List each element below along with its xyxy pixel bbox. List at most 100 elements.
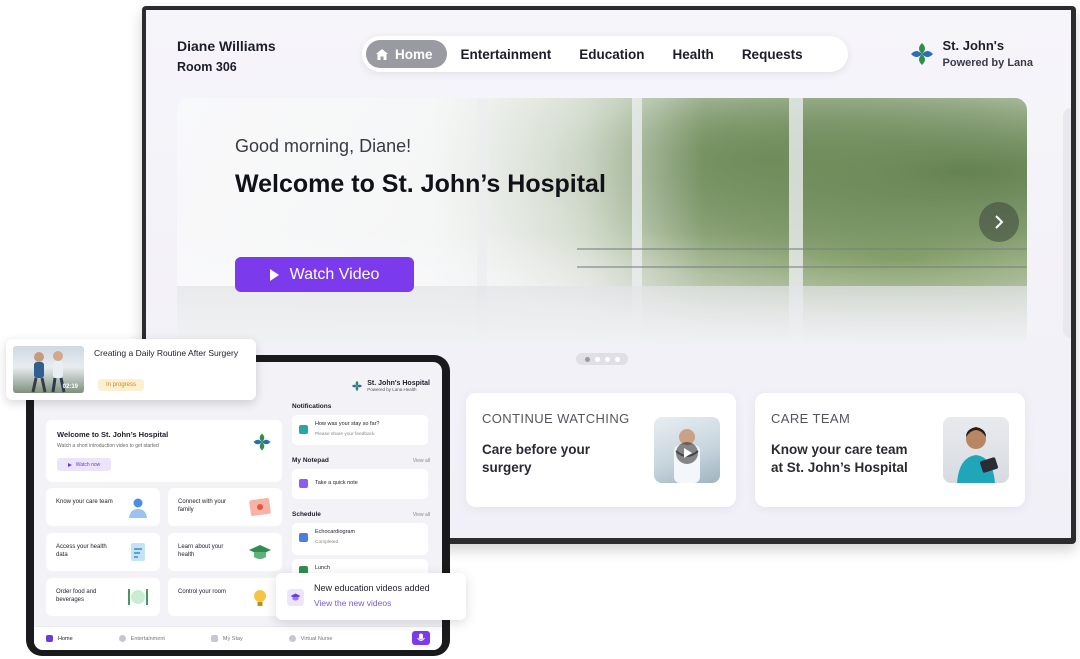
schedule-item-status: Completed [315, 540, 339, 545]
quick-note-card[interactable]: Take a quick note [292, 469, 428, 499]
nurse-thumbnail [943, 417, 1009, 483]
video-thumbnail: 02:19 [13, 346, 84, 393]
tv-user-name: Diane Williams [177, 38, 276, 54]
watch-now-button[interactable]: Watch now [57, 458, 111, 471]
bottom-nav-label: My Stay [222, 635, 243, 642]
continue-video-popup[interactable]: 02:19 Creating a Daily Routine After Sur… [6, 339, 256, 400]
schedule-item[interactable]: Echocardiogram Completed [292, 523, 428, 555]
card-label: CARE TEAM [771, 411, 851, 426]
microphone-button[interactable] [412, 631, 430, 645]
carousel-dot[interactable] [614, 356, 620, 362]
hero-photo-rail [577, 248, 1027, 250]
tablet-bottom-nav: Home Entertainment My Stay Virtual Nurse [34, 626, 442, 650]
tv-hero-banner: Good morning, Diane! Welcome to St. John… [177, 98, 1027, 344]
tile-order-food[interactable]: Order food and beverages [46, 578, 160, 616]
health-data-icon [131, 543, 145, 561]
notifications-heading: Notifications [292, 403, 332, 410]
microphone-icon [417, 633, 425, 641]
carousel-dot[interactable] [594, 356, 600, 362]
watch-video-button[interactable]: Watch Video [235, 257, 414, 292]
tile-control-room[interactable]: Control your room [168, 578, 282, 616]
carousel-dots [576, 353, 628, 365]
tv-main-nav: Home Entertainment Education Health Requ… [362, 36, 848, 72]
calendar-icon [299, 533, 308, 542]
bottom-nav-my-stay[interactable]: My Stay [210, 635, 243, 642]
tv-brand-subtitle: Powered by Lana [942, 57, 1033, 69]
notification-card[interactable]: How was your stay so far? Please share y… [292, 415, 428, 445]
card-text: Know your care team at St. John’s Hospit… [771, 442, 908, 475]
chevron-right-icon [995, 215, 1004, 229]
tile-care-team[interactable]: Know your care team [46, 488, 160, 526]
tv-user-room: Room 306 [177, 60, 237, 74]
tv-nav-label: Home [395, 46, 433, 62]
tile-label: Order food and beverages [56, 589, 97, 603]
continue-watching-card[interactable]: CONTINUE WATCHING Care before your surge… [466, 393, 736, 507]
tile-label: Learn about your health [178, 544, 224, 558]
tv-nav-entertainment[interactable]: Entertainment [447, 40, 566, 68]
welcome-subtitle: Watch a short introduction video to get … [57, 443, 159, 449]
hospital-logo-icon [253, 433, 271, 451]
carousel-dot[interactable] [604, 356, 610, 362]
lightbulb-icon [254, 590, 266, 606]
watch-now-label: Watch now [75, 461, 101, 468]
tv-nav-home[interactable]: Home [366, 40, 447, 68]
chat-icon [299, 425, 308, 434]
watch-video-label: Watch Video [289, 265, 380, 283]
bottom-nav-virtual-nurse[interactable]: Virtual Nurse [288, 635, 333, 642]
view-new-videos-link[interactable]: View the new videos [314, 598, 391, 608]
progress-status-badge: In progress [98, 379, 145, 391]
tablet-brand-subtitle: Powered by Lana Health [367, 387, 417, 392]
graduation-cap-icon [249, 545, 271, 559]
schedule-view-all-link[interactable]: View all [413, 512, 430, 518]
care-team-card[interactable]: CARE TEAM Know your care team at St. Joh… [755, 393, 1025, 507]
tv-nav-requests[interactable]: Requests [728, 40, 817, 68]
hospital-logo-icon [910, 42, 933, 65]
notification-subtitle: Please share your feedback [315, 432, 375, 437]
graduation-cap-icon [287, 589, 304, 606]
tv-brand-title: St. John's [942, 38, 1005, 53]
bottom-nav-label: Virtual Nurse [300, 635, 333, 642]
tv-nav-health[interactable]: Health [659, 40, 728, 68]
tile-label: Control your room [178, 589, 227, 595]
bottom-nav-label: Entertainment [130, 635, 165, 642]
notepad-heading: My Notepad [292, 457, 329, 464]
schedule-heading: Schedule [292, 511, 321, 518]
family-photo-icon [249, 497, 271, 517]
notification-title: How was your stay so far? [315, 421, 380, 427]
hospital-logo-icon [352, 380, 363, 392]
next-slide-peek [1063, 108, 1071, 338]
nurse-icon [288, 635, 296, 642]
tile-learn-health[interactable]: Learn about your health [168, 533, 282, 571]
education-notification-popup[interactable]: New education videos added View the new … [276, 573, 466, 620]
hero-photo-floor [177, 286, 1027, 344]
home-icon [376, 48, 388, 60]
doctor-illustration-icon [674, 429, 700, 483]
tablet-brand: St. John's Hospital Powered by Lana Heal… [351, 380, 430, 392]
quick-note-label: Take a quick note [315, 480, 358, 486]
bottom-nav-label: Home [58, 635, 73, 642]
tile-connect-family[interactable]: Connect with your family [168, 488, 282, 526]
carousel-dot[interactable] [584, 356, 590, 362]
tv-user-info: Diane Williams Room 306 [177, 38, 276, 74]
tv-nav-education[interactable]: Education [565, 40, 658, 68]
tv-brand: St. John's Powered by Lana [909, 38, 1033, 69]
home-icon [46, 635, 53, 642]
bottom-nav-home[interactable]: Home [46, 635, 73, 642]
tablet-brand-title: St. John's Hospital [367, 380, 430, 387]
bottom-nav-entertainment[interactable]: Entertainment [118, 635, 165, 642]
doctor-icon [129, 498, 147, 518]
video-title: Creating a Daily Routine After Surgery [94, 348, 239, 358]
tile-label: Connect with your family [178, 499, 227, 513]
video-duration: 02:19 [62, 384, 78, 390]
education-popup-title: New education videos added [314, 583, 430, 593]
tile-health-data[interactable]: Access your health data [46, 533, 160, 571]
card-label: CONTINUE WATCHING [482, 411, 630, 426]
play-icon [269, 268, 279, 281]
welcome-title: Welcome to St. John’s Hospital [57, 430, 169, 439]
notepad-view-all-link[interactable]: View all [413, 458, 430, 464]
carousel-next-button[interactable] [979, 202, 1019, 242]
person-icon [210, 635, 218, 642]
pencil-icon [299, 479, 308, 488]
play-circle-icon [118, 635, 126, 642]
card-text: Care before your surgery [482, 442, 591, 475]
